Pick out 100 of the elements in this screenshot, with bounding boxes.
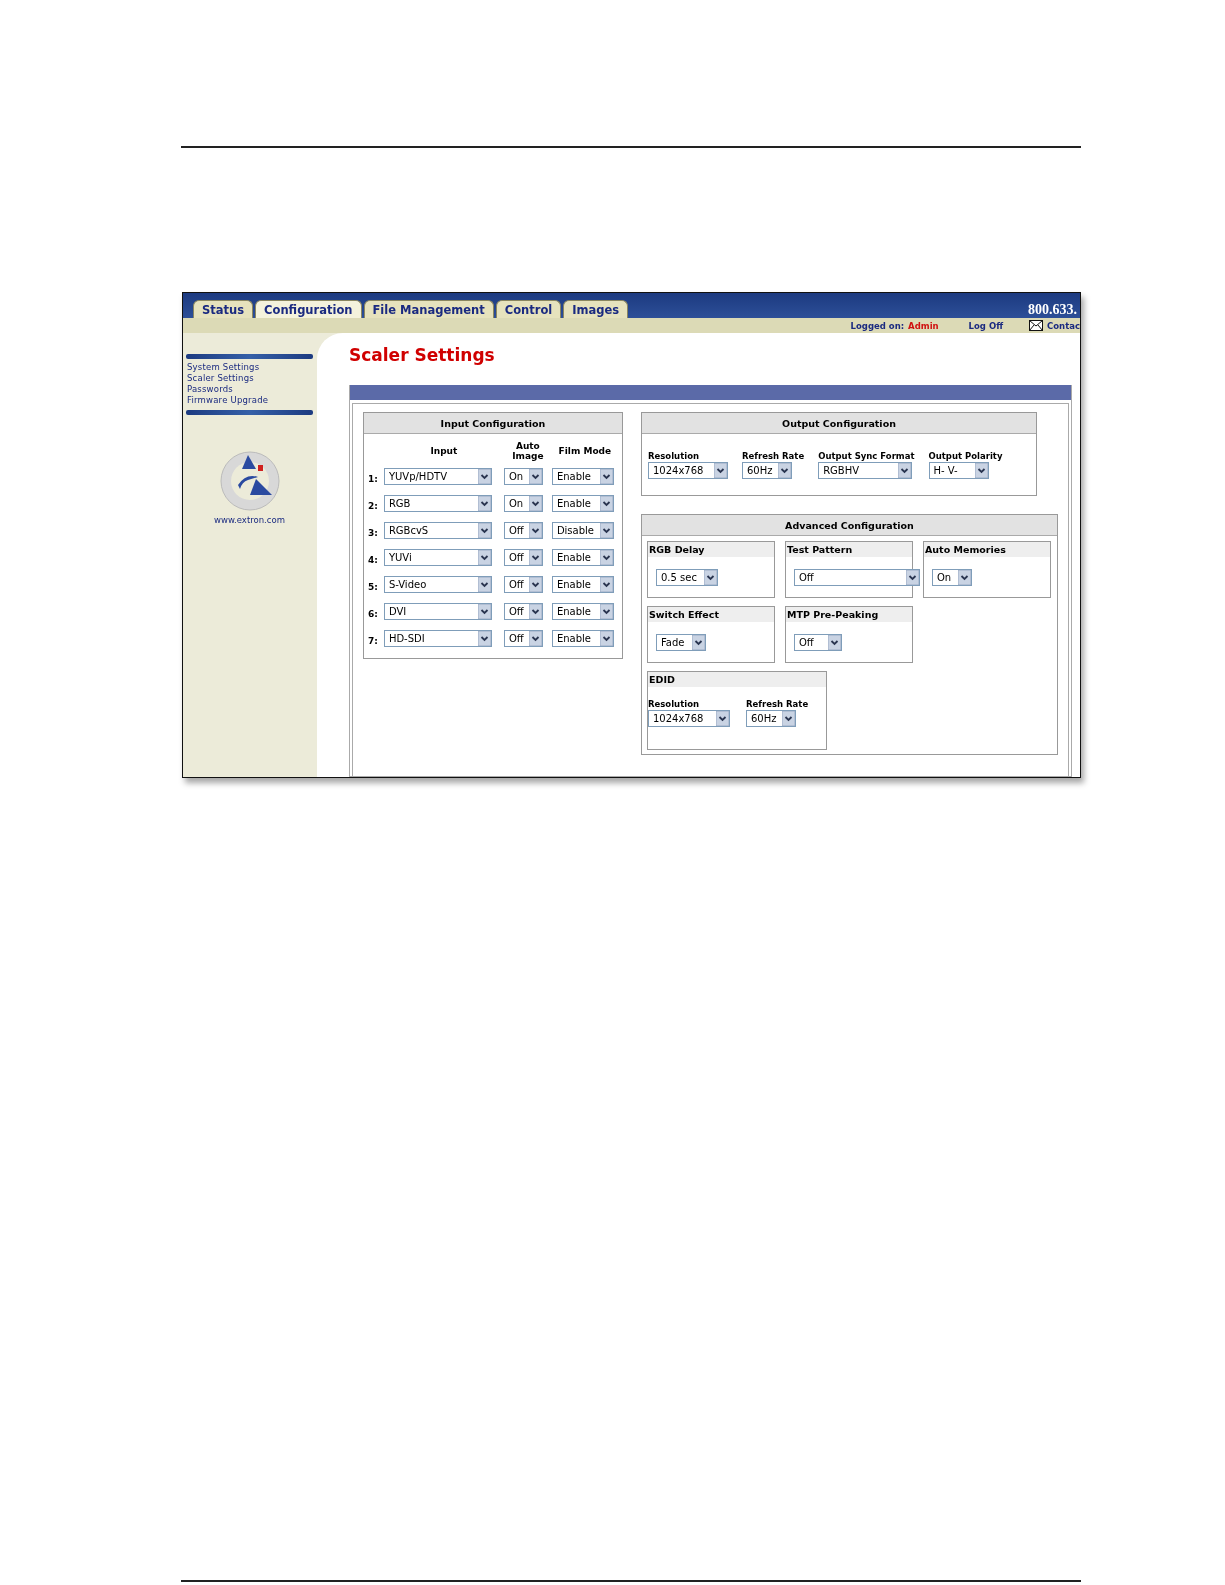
- field-label: Resolution: [648, 699, 701, 709]
- select-field[interactable]: Enable: [551, 549, 614, 566]
- group-title: MTP Pre-Peaking: [786, 607, 912, 622]
- row-number: 7:: [368, 636, 379, 646]
- select-field[interactable]: H- V-: [928, 462, 989, 479]
- dropdown-arrow-icon: [528, 523, 542, 538]
- select-field[interactable]: Off: [503, 549, 543, 566]
- dropdown-arrow-icon: [477, 631, 491, 646]
- select-field[interactable]: Fade: [656, 634, 706, 651]
- select-field[interactable]: HD-SDI: [383, 630, 492, 647]
- section-title: Input Configuration: [364, 413, 622, 434]
- dropdown-arrow-icon: [599, 577, 613, 592]
- dropdown-arrow-icon: [477, 604, 491, 619]
- dropdown-arrow-icon: [477, 523, 491, 538]
- dropdown-arrow-icon: [778, 463, 791, 478]
- sidebar-link[interactable]: Scaler Settings: [187, 373, 313, 384]
- section-title: Advanced Configuration: [642, 515, 1057, 536]
- select-field[interactable]: Off: [794, 634, 842, 651]
- select-field[interactable]: RGB: [383, 495, 492, 512]
- nav-tab[interactable]: Images: [563, 300, 629, 318]
- dropdown-arrow-icon: [528, 577, 542, 592]
- nav-tab[interactable]: Control: [495, 300, 562, 318]
- field-label: Refresh Rate: [742, 451, 805, 461]
- select-field[interactable]: YUVp/HDTV: [383, 468, 492, 485]
- select-field[interactable]: On: [503, 495, 543, 512]
- dropdown-arrow-icon: [477, 496, 491, 511]
- dropdown-arrow-icon: [974, 463, 988, 478]
- column-header: Film Mode: [558, 446, 612, 456]
- select-field[interactable]: Off: [503, 603, 543, 620]
- select-field[interactable]: 1024x768: [648, 462, 728, 479]
- row-number: 2:: [368, 501, 379, 511]
- contact-link[interactable]: Contac: [1047, 320, 1080, 331]
- group-title: Test Pattern: [786, 542, 912, 557]
- dropdown-arrow-icon: [906, 570, 919, 585]
- dropdown-arrow-icon: [528, 469, 542, 484]
- select-field[interactable]: On: [503, 468, 543, 485]
- logo-icon: [217, 449, 282, 513]
- select-field[interactable]: 60Hz: [742, 462, 792, 479]
- select-field[interactable]: Enable: [551, 576, 614, 593]
- dropdown-arrow-icon: [477, 550, 491, 565]
- group-title: EDID: [648, 672, 826, 687]
- page-title: Scaler Settings: [349, 345, 496, 365]
- dropdown-arrow-icon: [828, 635, 841, 650]
- field-label: Output Sync Format: [818, 451, 915, 461]
- website-link[interactable]: www.extron.com: [214, 515, 285, 525]
- row-number: 4:: [368, 555, 379, 565]
- select-field[interactable]: DVI: [383, 603, 492, 620]
- dropdown-arrow-icon: [716, 711, 729, 726]
- row-number: 6:: [368, 609, 379, 619]
- dropdown-arrow-icon: [599, 496, 613, 511]
- select-field[interactable]: RGBHV: [818, 462, 913, 479]
- group-title: Switch Effect: [648, 607, 774, 622]
- dropdown-arrow-icon: [477, 469, 491, 484]
- dropdown-arrow-icon: [782, 711, 795, 726]
- sidebar-link[interactable]: Firmware Upgrade: [187, 395, 313, 406]
- select-field[interactable]: Enable: [551, 495, 614, 512]
- phone-number: 800.633.: [1028, 302, 1077, 318]
- dropdown-arrow-icon: [599, 523, 613, 538]
- dropdown-arrow-icon: [599, 604, 613, 619]
- dropdown-arrow-icon: [958, 570, 971, 585]
- dropdown-arrow-icon: [528, 496, 542, 511]
- row-number: 1:: [368, 474, 379, 484]
- select-field[interactable]: On: [932, 569, 972, 586]
- select-field[interactable]: Off: [503, 630, 543, 647]
- dropdown-arrow-icon: [599, 631, 613, 646]
- select-field[interactable]: Disable: [551, 522, 614, 539]
- dropdown-arrow-icon: [692, 635, 705, 650]
- column-header: Auto Image: [511, 441, 545, 461]
- select-field[interactable]: Enable: [551, 468, 614, 485]
- field-label: Refresh Rate: [746, 699, 809, 709]
- select-field[interactable]: Enable: [551, 603, 614, 620]
- nav-tab[interactable]: File Management: [363, 300, 494, 318]
- envelope-icon: [1029, 320, 1044, 331]
- user-name: Admin: [908, 320, 939, 331]
- select-field[interactable]: Off: [503, 576, 543, 593]
- select-field[interactable]: RGBcvS: [383, 522, 492, 539]
- dropdown-arrow-icon: [714, 463, 727, 478]
- dropdown-arrow-icon: [528, 631, 542, 646]
- select-field[interactable]: Off: [503, 522, 543, 539]
- row-number: 3:: [368, 528, 379, 538]
- select-field[interactable]: 1024x768: [648, 710, 730, 727]
- dropdown-arrow-icon: [898, 463, 912, 478]
- select-field[interactable]: 60Hz: [746, 710, 796, 727]
- select-field[interactable]: S-Video: [383, 576, 492, 593]
- nav-tab[interactable]: Configuration: [255, 300, 362, 318]
- logged-on-label: Logged on:: [850, 320, 905, 331]
- dropdown-arrow-icon: [528, 604, 542, 619]
- sidebar-link[interactable]: System Settings: [187, 362, 313, 373]
- sidebar-link[interactable]: Passwords: [187, 384, 313, 395]
- group-title: Auto Memories: [924, 542, 1050, 557]
- select-field[interactable]: 0.5 sec: [656, 569, 718, 586]
- select-field[interactable]: YUVi: [383, 549, 492, 566]
- select-field[interactable]: Enable: [551, 630, 614, 647]
- field-label: Output Polarity: [928, 451, 1003, 461]
- log-off-link[interactable]: Log Off: [968, 320, 1004, 331]
- dropdown-arrow-icon: [599, 550, 613, 565]
- nav-tab[interactable]: Status: [193, 300, 254, 318]
- dropdown-arrow-icon: [477, 577, 491, 592]
- section-title: Output Configuration: [642, 413, 1036, 434]
- select-field[interactable]: Off: [794, 569, 920, 586]
